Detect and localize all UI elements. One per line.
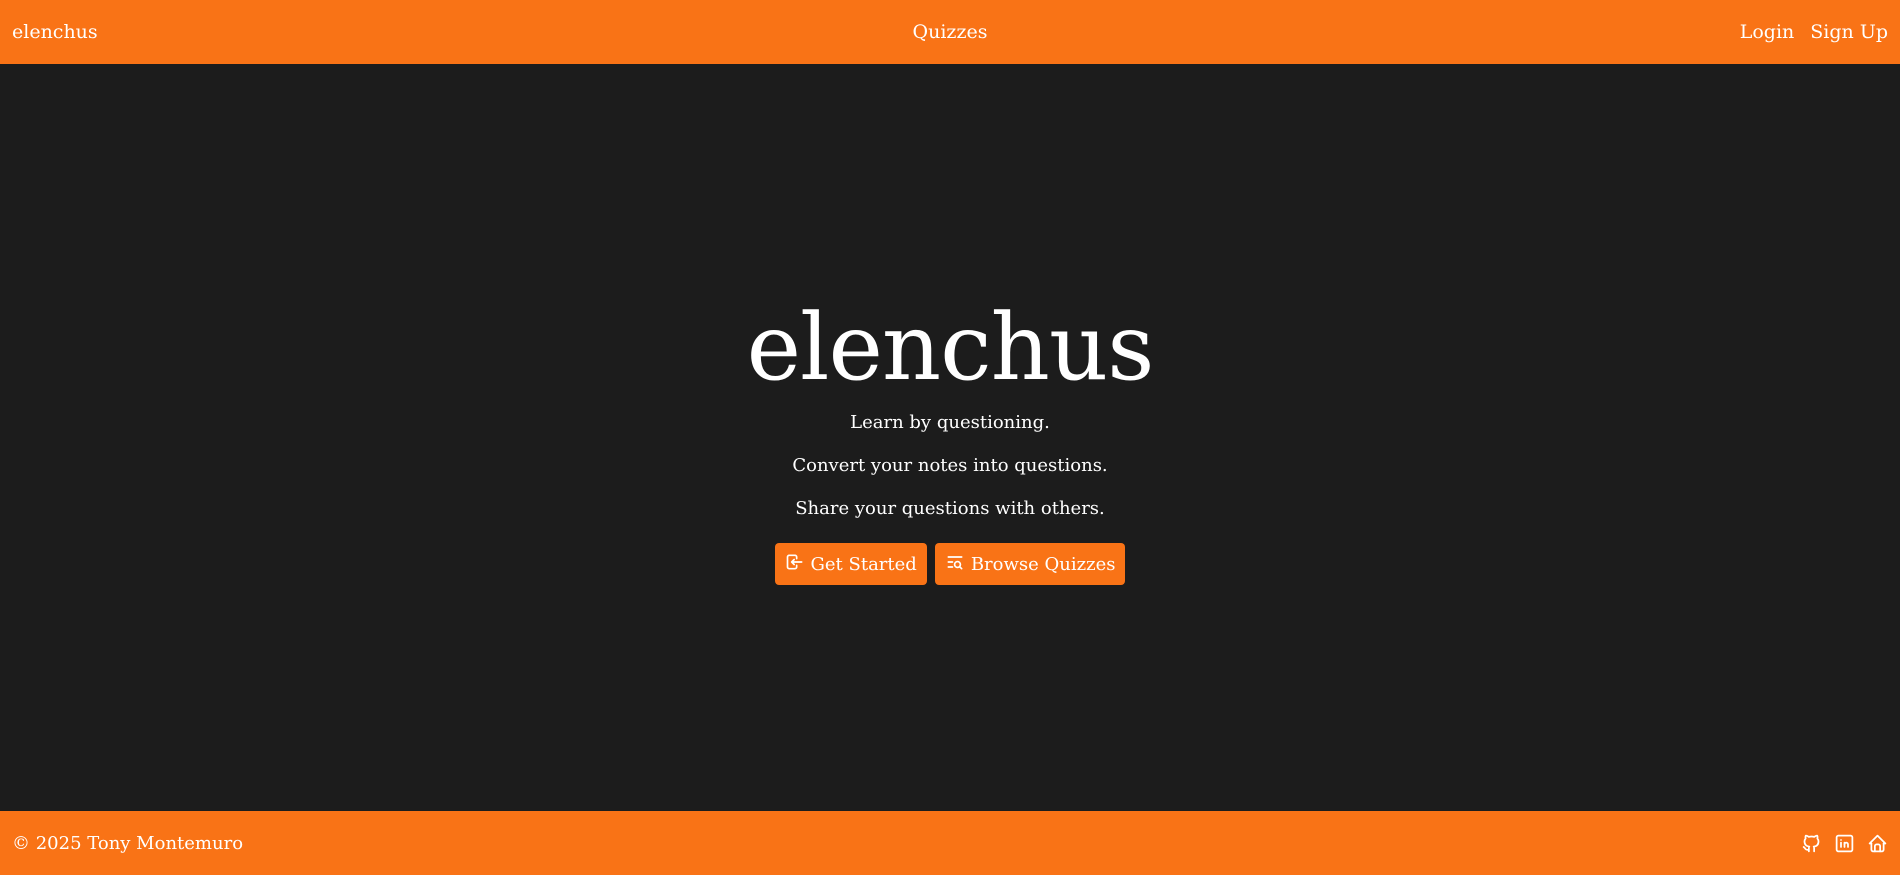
hero-title: elenchus [746,294,1155,401]
hero-actions: Get Started Browse Quizzes [774,543,1126,585]
copyright-text: © 2025 Tony Montemuro [12,832,244,854]
brand-link[interactable]: elenchus [12,21,98,43]
hero-section: elenchus Learn by questioning. Convert y… [0,64,1900,811]
get-started-label: Get Started [810,553,917,575]
hero-tagline: Learn by questioning. [850,412,1050,433]
login-link[interactable]: Login [1740,21,1795,43]
hero-line-convert: Convert your notes into questions. [792,455,1108,476]
auth-links: Login Sign Up [1740,21,1888,43]
signup-link[interactable]: Sign Up [1810,21,1888,43]
github-icon[interactable] [1801,833,1822,854]
login-icon [785,552,805,577]
list-search-icon [945,552,965,577]
browse-quizzes-button[interactable]: Browse Quizzes [934,543,1126,585]
get-started-button[interactable]: Get Started [774,543,927,585]
browse-quizzes-label: Browse Quizzes [970,553,1116,575]
top-navbar: elenchus Quizzes Login Sign Up [0,0,1900,64]
nav-quizzes-link[interactable]: Quizzes [913,21,988,43]
footer: © 2025 Tony Montemuro [0,811,1900,875]
home-icon[interactable] [1867,833,1888,854]
linkedin-icon[interactable] [1834,833,1855,854]
social-links [1801,833,1888,854]
hero-line-share: Share your questions with others. [795,498,1105,519]
